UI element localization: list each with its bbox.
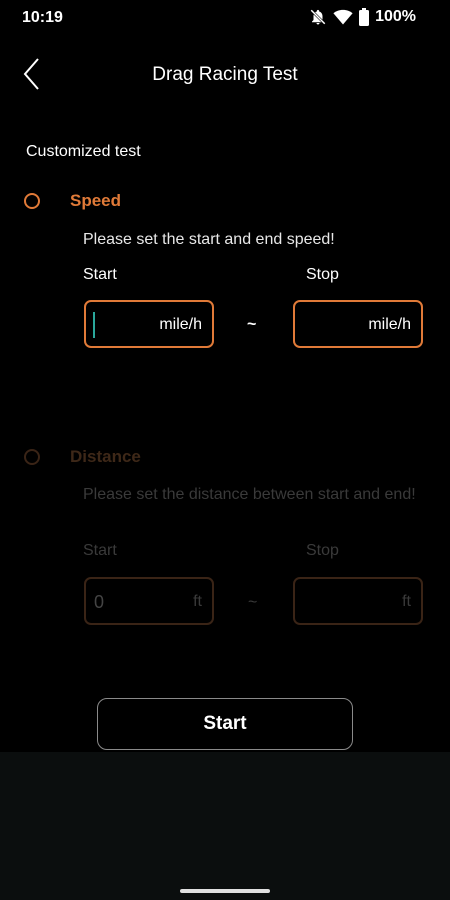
bottom-panel: [0, 752, 450, 900]
distance-radio[interactable]: [24, 449, 40, 465]
speed-start-label: Start: [83, 266, 117, 283]
speed-option[interactable]: Speed: [24, 191, 121, 211]
app-header: Drag Racing Test: [0, 52, 450, 100]
distance-stop-input[interactable]: ft: [293, 577, 423, 625]
text-caret: [93, 312, 95, 338]
speed-stop-input[interactable]: mile/h: [293, 300, 423, 348]
distance-stop-unit: ft: [402, 593, 411, 610]
speed-stop-label: Stop: [306, 266, 339, 283]
speed-label: Speed: [70, 191, 122, 210]
distance-stop-label: Stop: [306, 542, 339, 559]
status-bar: 10:19 100%: [0, 0, 450, 36]
section-label: Customized test: [26, 143, 141, 160]
distance-option[interactable]: Distance: [24, 447, 141, 467]
notifications-off-icon: [309, 8, 327, 26]
home-indicator[interactable]: [180, 889, 270, 893]
battery-percent: 100%: [375, 8, 416, 25]
status-icons: 100%: [309, 8, 416, 26]
speed-range-separator: ~: [247, 316, 257, 333]
speed-radio[interactable]: [24, 193, 40, 209]
speed-start-input[interactable]: mile/h: [84, 300, 214, 348]
page-title: Drag Racing Test: [152, 64, 298, 85]
distance-start-input[interactable]: 0 ft: [84, 577, 214, 625]
distance-start-unit: ft: [193, 593, 202, 610]
speed-stop-unit: mile/h: [368, 316, 411, 333]
distance-start-label: Start: [83, 542, 117, 559]
distance-range-separator: ~: [248, 594, 258, 611]
battery-icon: [359, 8, 370, 26]
distance-start-value: 0: [94, 592, 105, 612]
start-button[interactable]: Start: [97, 698, 353, 750]
distance-label: Distance: [70, 447, 141, 466]
speed-hint: Please set the start and end speed!: [83, 231, 335, 248]
wifi-icon: [333, 8, 353, 26]
speed-start-unit: mile/h: [159, 316, 202, 333]
distance-hint: Please set the distance between start an…: [83, 486, 416, 503]
status-time: 10:19: [22, 9, 63, 26]
drag-racing-screen: 10:19 100% Drag Racing Test Customized t…: [0, 0, 450, 900]
